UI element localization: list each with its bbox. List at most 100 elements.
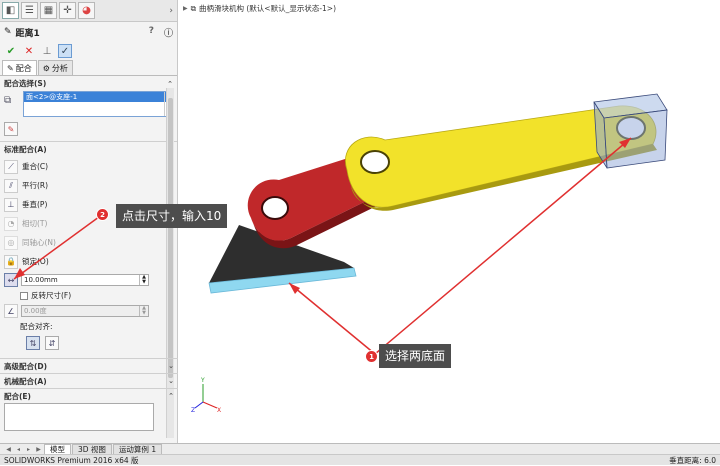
flip-dimension-checkbox[interactable]: 反转尺寸(F) xyxy=(0,289,177,302)
chevron-up-icon[interactable]: ⌃ xyxy=(168,392,174,400)
multi-mate-button[interactable]: ✎ xyxy=(4,122,18,136)
prev-tab-icon[interactable]: ◂ xyxy=(14,446,23,453)
first-tab-icon[interactable]: ◀ xyxy=(4,446,13,453)
mate-label: 锁定(O) xyxy=(22,257,49,266)
base-support-highlight xyxy=(208,267,357,294)
mate-coincident[interactable]: ⟋ 重合(C) xyxy=(0,157,177,176)
section-title: 配合选择(S) xyxy=(4,79,47,88)
mate-label: 相切(T) xyxy=(22,219,48,228)
mechanical-mates-header[interactable]: 机械配合(A) ⌄ xyxy=(0,373,178,388)
info-icon[interactable]: ⓘ xyxy=(164,26,173,39)
tab-mates[interactable]: ✎ 配合 xyxy=(2,60,37,75)
mates-list-header[interactable]: 配合(E) ⌃ xyxy=(0,388,178,403)
scrollbar-thumb[interactable] xyxy=(168,98,173,378)
base-support xyxy=(209,225,354,283)
section-header[interactable]: 标准配合(A) ⌃ xyxy=(0,142,177,157)
mates-list-box[interactable] xyxy=(4,403,154,431)
slider-block-side xyxy=(603,109,668,169)
chevron-right-icon[interactable]: ▶ xyxy=(183,5,188,12)
help-icon[interactable]: ? xyxy=(149,26,154,39)
angle-mate-button[interactable]: ∠ xyxy=(4,304,18,318)
selection-list[interactable]: 面<2>@支座-1 ▲▼ xyxy=(23,91,173,117)
assembly-icon: ⧉ xyxy=(190,3,196,13)
property-manager-tab[interactable]: ☰ xyxy=(21,2,38,19)
slider-block-top xyxy=(593,93,668,119)
section-title: 机械配合(A) xyxy=(4,376,47,386)
chevron-down-icon[interactable]: ⌄ xyxy=(168,362,174,370)
mate-selection-section: 配合选择(S) ⌃ ⧉ 面<2>@支座-1 ▲▼ ✎ xyxy=(0,76,177,142)
feature-title: 距离1 xyxy=(15,28,40,39)
distance-stepper[interactable]: ▲ ▼ xyxy=(139,275,148,285)
tab-3d-view[interactable]: 3D 视图 xyxy=(72,443,112,455)
last-tab-icon[interactable]: ▶ xyxy=(34,446,43,453)
mate-alignment-label: 配合对齐: xyxy=(20,322,53,331)
crank-hole xyxy=(261,196,289,220)
step-down-icon[interactable]: ▼ xyxy=(142,280,146,285)
dimxpert-tab[interactable]: ✛ xyxy=(59,2,76,19)
chevron-up-icon[interactable]: ⌃ xyxy=(167,80,173,88)
mate-parallel[interactable]: ⫽ 平行(R) xyxy=(0,176,177,195)
distance-mate-button[interactable]: ↔ xyxy=(4,273,18,287)
axis-label-x: X xyxy=(217,407,221,414)
status-right: 垂直距离: 6.0 xyxy=(669,455,716,465)
selection-item[interactable]: 面<2>@支座-1 xyxy=(24,92,172,102)
distance-value: 10.00mm xyxy=(24,276,58,284)
anti-aligned-button[interactable]: ⇵ xyxy=(45,336,59,350)
mate-label: 平行(R) xyxy=(22,181,49,190)
tab-motion-study[interactable]: 运动算例 1 xyxy=(112,443,163,455)
axis-label-y: Y xyxy=(200,377,205,384)
rod-side xyxy=(351,144,657,211)
chevron-right-icon[interactable]: › xyxy=(169,6,173,16)
mate-concentric[interactable]: ◎ 同轴心(N) xyxy=(0,233,177,252)
list-icon: ☰ xyxy=(25,5,34,16)
bottom-tab-bar: ◀ ◂ ▸ ▶ 模型 3D 视图 运动算例 1 xyxy=(0,443,720,455)
step-down-icon[interactable]: ▼ xyxy=(142,311,146,316)
aligned-button[interactable]: ⇅ xyxy=(26,336,40,350)
pin-icon[interactable]: ⊥ xyxy=(40,44,54,58)
mate-alignment-buttons: ⇅ ⇵ xyxy=(0,333,177,353)
cancel-button[interactable]: ✕ xyxy=(22,44,36,58)
checkbox-label: 反转尺寸(F) xyxy=(31,291,72,300)
analysis-icon: ⚙ xyxy=(42,63,50,73)
config-manager-tab[interactable]: ▦ xyxy=(40,2,57,19)
rod-hole-right xyxy=(616,116,646,140)
action-row: ✔ ✕ ⊥ ✓ xyxy=(0,42,177,60)
chevron-down-icon[interactable]: ⌄ xyxy=(168,377,174,385)
callout-select-faces: 选择两底面 xyxy=(379,344,452,368)
angle-row: ∠ 0.00度 ▲ ▼ xyxy=(4,304,177,318)
section-header[interactable]: 配合选择(S) ⌃ xyxy=(0,76,177,91)
mate-label: 垂直(P) xyxy=(22,200,48,209)
paperclip-icon: ✎ xyxy=(4,27,12,37)
concentric-icon: ◎ xyxy=(4,235,18,250)
tab-mates-label: 配合 xyxy=(15,63,32,73)
next-tab-icon[interactable]: ▸ xyxy=(24,446,33,453)
callout-badge-1: 1 xyxy=(365,350,378,363)
angle-input[interactable]: 0.00度 ▲ ▼ xyxy=(21,305,149,317)
angle-stepper[interactable]: ▲ ▼ xyxy=(139,306,148,316)
entities-icon: ⧉ xyxy=(4,95,12,106)
standard-mates-section: 标准配合(A) ⌃ ⟋ 重合(C) ⫽ 平行(R) ⊥ 垂直(P) ◔ 相切(T) ◎ 同… xyxy=(0,142,177,353)
tab-analysis[interactable]: ⚙ 分析 xyxy=(37,60,73,75)
connecting-rod xyxy=(345,105,657,208)
angle-icon: ∠ xyxy=(4,304,18,318)
feature-tree-icon: ◧ xyxy=(5,5,16,16)
section-title: 配合(E) xyxy=(4,391,31,401)
mate-lock[interactable]: 🔒 锁定(O) xyxy=(0,252,177,271)
feature-title-bar: ✎ 距离1 ? ⓘ xyxy=(0,22,177,42)
keep-visible-button[interactable]: ✓ xyxy=(58,44,72,58)
selection-row: ⧉ 面<2>@支座-1 ▲▼ xyxy=(0,91,177,117)
display-manager-tab[interactable]: ◕ xyxy=(78,2,95,19)
checkbox-box[interactable] xyxy=(20,291,28,300)
feature-manager-tab[interactable]: ◧ xyxy=(2,2,19,19)
paperclip-icon: ✎ xyxy=(7,63,14,73)
advanced-mates-header[interactable]: 高级配合(D) ⌄ xyxy=(0,358,178,373)
ok-button[interactable]: ✔ xyxy=(4,44,18,58)
tab-model[interactable]: 模型 xyxy=(44,443,71,455)
tab-analysis-label: 分析 xyxy=(51,63,68,73)
graphics-area[interactable]: ▶ ⧉ 曲柄滑块机构 (默认<默认_显示状态-1>) Y X Z 选择两底面 1 xyxy=(179,0,720,443)
tangent-icon: ◔ xyxy=(4,216,18,231)
lock-icon: 🔒 xyxy=(4,254,18,269)
parallel-icon: ⫽ xyxy=(4,178,18,193)
arrow-head-base xyxy=(289,283,300,294)
distance-input[interactable]: 10.00mm ▲ ▼ xyxy=(21,274,149,286)
